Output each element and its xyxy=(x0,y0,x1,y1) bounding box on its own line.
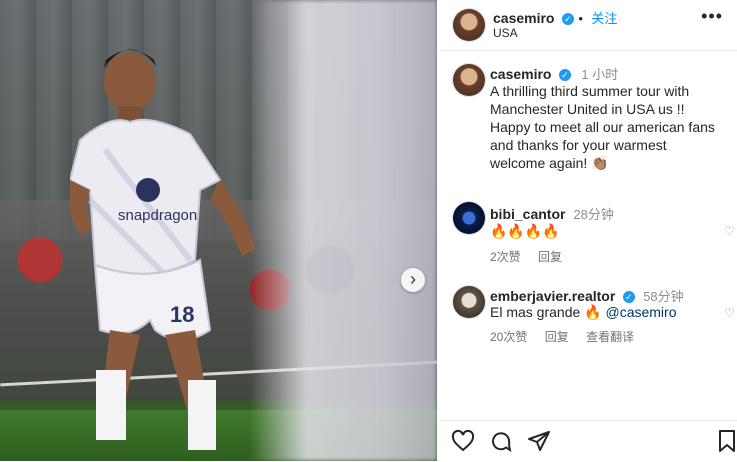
comment-likes[interactable]: 2次赞 xyxy=(490,250,521,264)
avatar[interactable] xyxy=(453,202,485,234)
comment-username[interactable]: emberjavier.realtor xyxy=(490,288,615,304)
chevron-right-icon[interactable]: › xyxy=(401,268,425,292)
comment-username[interactable]: bibi_cantor xyxy=(490,206,565,222)
avatar[interactable] xyxy=(453,286,485,318)
comment-time: 28分钟 xyxy=(573,207,614,222)
comment-time: 58分钟 xyxy=(643,289,684,304)
comment-author-line: bibi_cantor 28分钟 xyxy=(490,204,614,223)
reply-button[interactable]: 回复 xyxy=(545,330,569,344)
comment-likes[interactable]: 20次赞 xyxy=(490,330,527,344)
comment-like-heart-icon[interactable]: ♡ xyxy=(724,306,735,320)
share-icon[interactable] xyxy=(527,429,551,453)
comment-text: El mas grande 🔥 @casemiro xyxy=(490,303,725,321)
comment-meta: 2次赞 回复 xyxy=(490,248,576,265)
more-icon[interactable]: ••• xyxy=(701,6,723,27)
bookmark-icon[interactable] xyxy=(717,429,737,453)
verified-badge-icon: ✓ xyxy=(558,68,571,81)
caption-author-line: casemiro ✓ 1 小时 xyxy=(490,64,618,84)
comment-text: 🔥🔥🔥🔥 xyxy=(490,223,560,239)
caption-username[interactable]: casemiro xyxy=(490,66,551,82)
comment-like-heart-icon[interactable]: ♡ xyxy=(724,224,735,238)
blurred-player-foreground xyxy=(250,0,437,461)
separator-dot: • xyxy=(578,11,583,26)
comment-icon[interactable] xyxy=(489,429,513,453)
post-sidebar: casemiro ✓ • 关注 USA ••• casemiro ✓ 1 小时 … xyxy=(437,0,737,461)
action-bar xyxy=(437,420,737,462)
mention-link[interactable]: @casemiro xyxy=(605,304,676,320)
caption-time: 1 小时 xyxy=(581,67,619,82)
author-line: casemiro ✓ • 关注 xyxy=(493,8,617,28)
comment: emberjavier.realtor ✓ 58分钟 El mas grande… xyxy=(437,282,737,354)
location[interactable]: USA xyxy=(493,26,518,40)
comment-body: El mas grande 🔥 xyxy=(490,304,602,320)
comment-meta: 20次赞 回复 查看翻译 xyxy=(490,328,648,345)
verified-badge-icon: ✓ xyxy=(561,12,574,25)
avatar[interactable] xyxy=(453,9,485,41)
caption-text: A thrilling third summer tour with Manch… xyxy=(490,82,725,172)
author-username[interactable]: casemiro xyxy=(493,10,554,26)
avatar[interactable] xyxy=(453,64,485,96)
clapping-hands-emoji: 👏🏽 xyxy=(591,155,609,171)
jersey-sponsor-text: snapdragon xyxy=(118,207,197,224)
jersey-number-text: 18 xyxy=(170,302,194,327)
verified-badge-icon: ✓ xyxy=(622,290,635,303)
player-figure: snapdragon 18 xyxy=(70,49,255,450)
see-translation-button[interactable]: 查看翻译 xyxy=(586,330,634,344)
follow-button[interactable]: 关注 xyxy=(591,11,617,26)
caption: casemiro ✓ 1 小时 A thrilling third summer… xyxy=(437,60,737,180)
post-media[interactable]: snapdragon 18 › xyxy=(0,0,437,461)
reply-button[interactable]: 回复 xyxy=(538,250,562,264)
comment: bibi_cantor 28分钟 🔥🔥🔥🔥 ♡ 2次赞 回复 xyxy=(437,198,737,270)
post-header: casemiro ✓ • 关注 USA ••• xyxy=(437,0,737,51)
heart-icon[interactable] xyxy=(451,429,475,453)
